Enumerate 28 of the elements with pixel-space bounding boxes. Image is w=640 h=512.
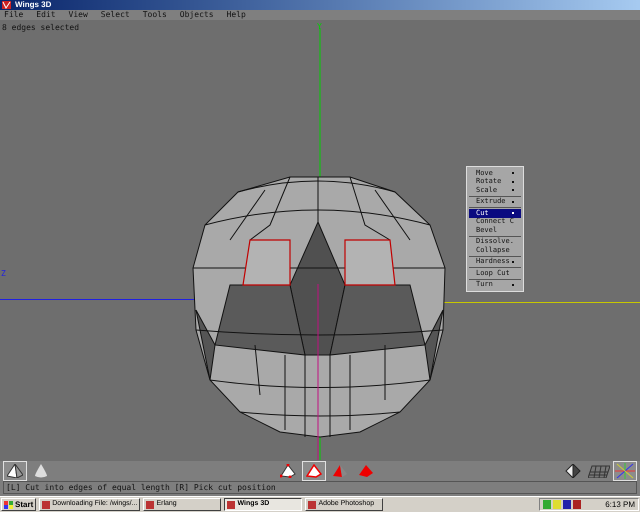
app-icon [227,500,236,508]
start-button[interactable]: Start [1,498,36,511]
grid-icon [588,464,610,478]
menu-item[interactable]: Edit [36,11,56,19]
windows-logo-icon [4,500,13,508]
window-title: Wings 3D [15,1,52,9]
pyramid-body-icon [358,464,374,478]
menu-item[interactable]: Tools [142,11,167,19]
pyramid-edges-icon [306,464,322,478]
app-icon [42,500,50,508]
status-message: 8 edges selected [2,22,80,34]
toolbar-button[interactable] [3,461,27,481]
axes-icon [614,463,636,479]
clock: 6:13 PM [605,498,635,510]
axis-label: Z [1,268,6,280]
pyramid-icon [7,464,23,478]
pyramid-vertices-icon [280,464,296,478]
menu-item[interactable]: File [4,11,24,19]
menu-item[interactable]: View [68,11,88,19]
app-icon [146,500,154,508]
menu-item[interactable]: Help [226,11,246,19]
app-logo-icon [2,1,11,9]
app-icon [308,500,316,508]
menu-item[interactable]: Objects [180,11,214,19]
cube-icon [565,464,581,478]
cone-icon [34,464,48,478]
menu-item[interactable]: Select [100,11,130,19]
pyramid-faces-icon [332,464,348,478]
